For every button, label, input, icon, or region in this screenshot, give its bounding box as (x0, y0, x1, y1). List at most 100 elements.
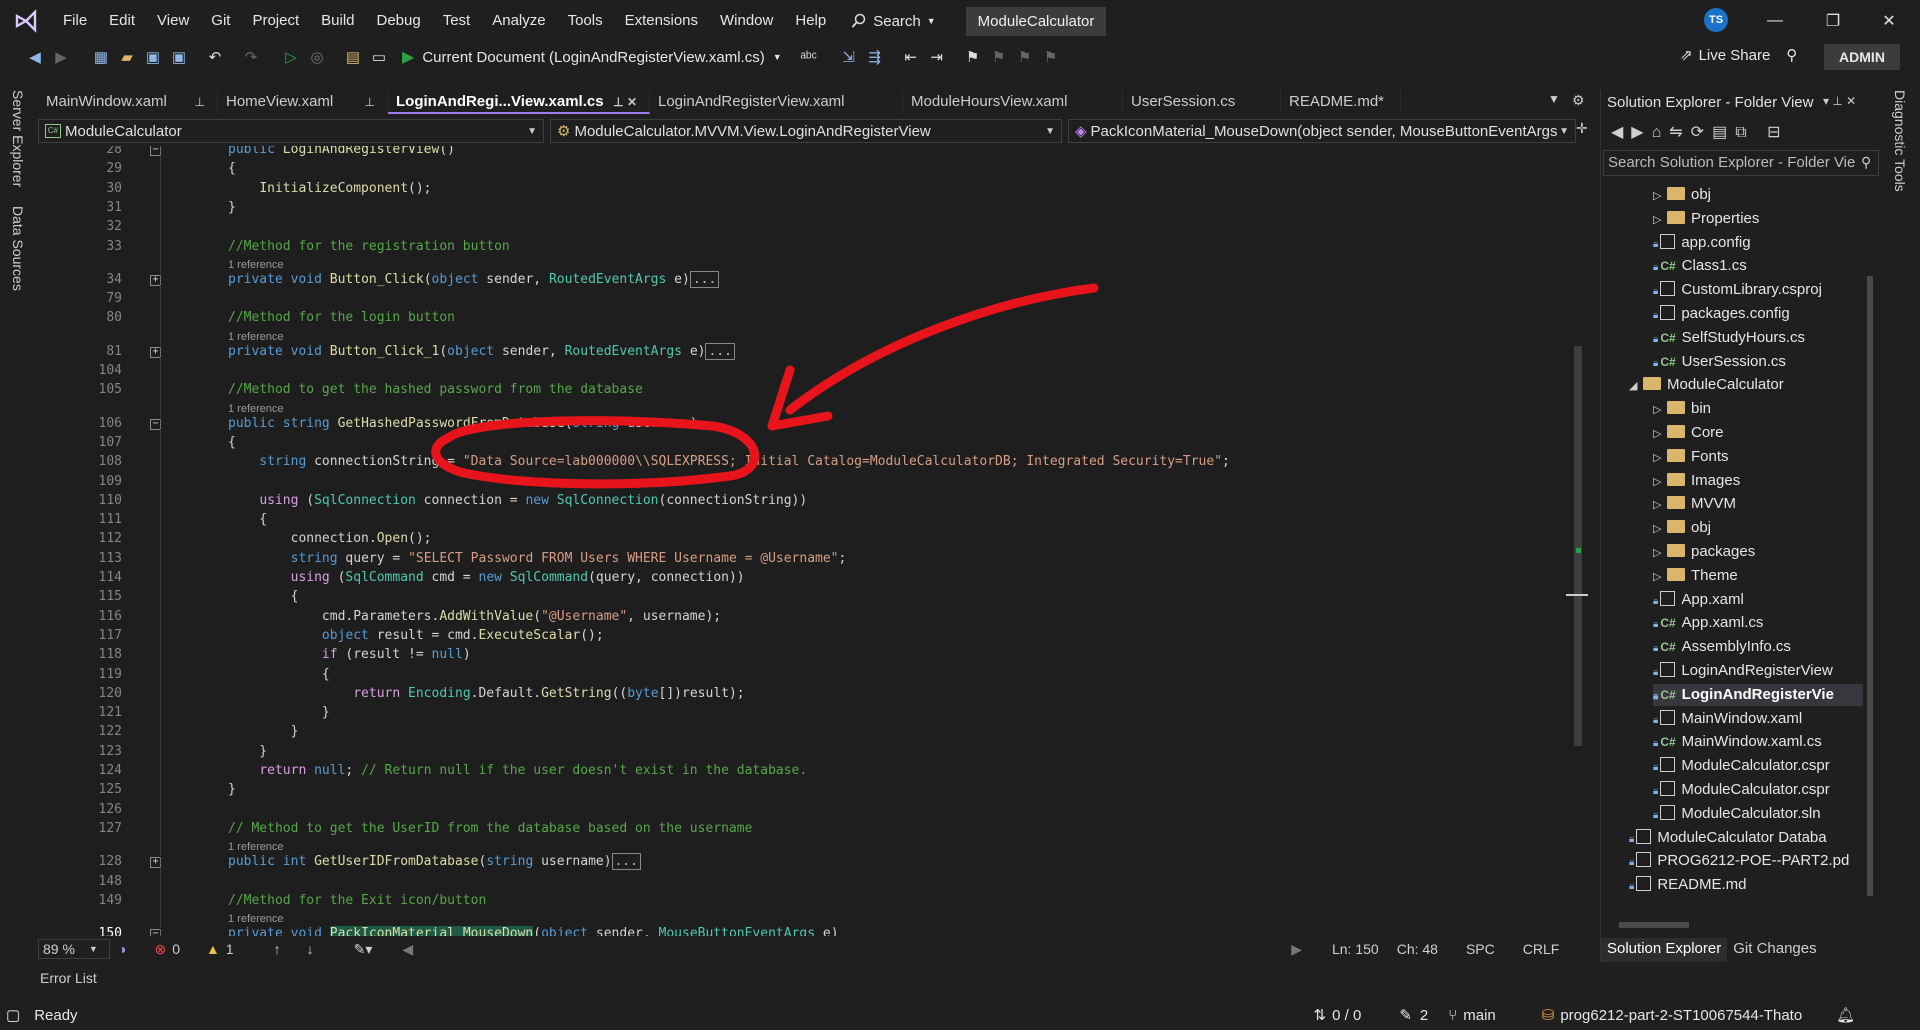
horizontal-scrollbar[interactable] (1605, 918, 1855, 932)
panel-options-icon[interactable]: ▾ ⊥ ✕ (1823, 94, 1856, 108)
tab-usersession-cs[interactable]: UserSession.cs (1123, 90, 1281, 114)
tree-item-app-xaml-cs[interactable]: 🔒︎ C# App.xaml.cs (1653, 612, 1863, 634)
menu-item-analyze[interactable]: Analyze (481, 0, 556, 42)
project-dropdown[interactable]: C# ModuleCalculator ▼ (38, 119, 544, 143)
collapsed-arrow-icon[interactable]: ▷ (1653, 494, 1667, 516)
menu-item-tools[interactable]: Tools (557, 0, 614, 42)
minimize-icon[interactable]: — (1752, 0, 1798, 42)
tree-item-core[interactable]: ▷ Core (1653, 422, 1863, 444)
collapsed-arrow-icon[interactable]: ▷ (1653, 518, 1667, 540)
menu-item-project[interactable]: Project (241, 0, 310, 42)
scroll-left-icon[interactable]: ◀ (402, 941, 413, 958)
code-lens-reference[interactable]: 1 reference (228, 259, 284, 271)
collapsed-arrow-icon[interactable]: ▷ (1653, 423, 1667, 445)
feedback-icon[interactable]: ⚲ (1786, 46, 1797, 64)
open-folder-icon[interactable]: ▰ (114, 44, 140, 70)
tree-item-theme[interactable]: ▷ Theme (1653, 565, 1863, 587)
tree-item-properties[interactable]: ▷ Properties (1653, 208, 1863, 230)
menu-item-build[interactable]: Build (310, 0, 365, 42)
collapsed-arrow-icon[interactable]: ▷ (1653, 471, 1667, 493)
sync-icon[interactable]: ⇅ (1314, 1006, 1327, 1024)
pencil-icon[interactable]: ✎ (1399, 1006, 1412, 1024)
code-lens-reference[interactable]: 1 reference (228, 331, 284, 343)
tab-readme-md-[interactable]: README.md* (1281, 90, 1401, 114)
admin-badge[interactable]: ADMIN (1824, 44, 1900, 70)
tree-item-obj[interactable]: ▷ obj (1653, 184, 1863, 206)
tree-scrollbar-thumb[interactable] (1867, 276, 1873, 896)
tab-loginandregisterview-xaml[interactable]: LoginAndRegisterView.xaml (650, 90, 903, 114)
tab-homeview-xaml[interactable]: HomeView.xaml ⊥ (218, 90, 388, 114)
menu-item-extensions[interactable]: Extensions (614, 0, 709, 42)
code-lens-reference[interactable]: 1 reference (228, 841, 284, 853)
menu-item-git[interactable]: Git (200, 0, 241, 42)
repo-name[interactable]: prog6212-part-2-ST10067544-Thato (1560, 1007, 1802, 1024)
h-scrollbar-thumb[interactable] (1619, 922, 1689, 928)
tree-item-obj[interactable]: ▷ obj (1653, 517, 1863, 539)
warning-count[interactable]: 1 (226, 941, 234, 957)
scrollbar-thumb[interactable] (1574, 346, 1582, 746)
warning-icon[interactable]: ▲ (206, 941, 220, 957)
repo-icon[interactable]: ⛁ (1542, 1006, 1555, 1024)
line-indicator[interactable]: Ln: 150 (1332, 941, 1379, 957)
tree-item-bin[interactable]: ▷ bin (1653, 398, 1863, 420)
error-icon[interactable]: ⊗ (154, 941, 166, 958)
tree-item-modulecalculator-cspr[interactable]: 🔒︎ ModuleCalculator.cspr (1653, 779, 1863, 801)
bookmark-icon[interactable]: ⚑ (960, 44, 986, 70)
pin-icon[interactable]: ⊥ (195, 90, 205, 114)
pin-close-icon[interactable]: ⊥ ✕ (613, 90, 637, 114)
collapsed-arrow-icon[interactable]: ▷ (1653, 399, 1667, 421)
outdent-icon[interactable]: ⇤ (898, 44, 924, 70)
solution-explorer-search[interactable]: Search Solution Explorer - Folder Vie (1603, 150, 1879, 176)
whitespace-indicator[interactable]: SPC (1466, 941, 1495, 957)
diagnostic-tools-tab[interactable]: Diagnostic Tools (1892, 90, 1908, 192)
code-lens-reference[interactable]: 1 reference (228, 403, 284, 415)
up-arrow-icon[interactable]: ↑ (274, 941, 281, 957)
tree-item-loginandregisterview[interactable]: 🔒︎ LoginAndRegisterView (1653, 660, 1863, 682)
save-all-icon[interactable]: ▣ (166, 44, 192, 70)
tree-scrollbar[interactable] (1865, 186, 1875, 916)
down-arrow-icon[interactable]: ↓ (307, 941, 314, 957)
tree-item-modulecalculator-cspr[interactable]: 🔒︎ ModuleCalculator.cspr (1653, 755, 1863, 777)
solution-explorer-toolbar[interactable]: ◀▶⌂⇋⟳▤⧉ ⊟ (1611, 122, 1788, 142)
pending-changes[interactable]: 2 (1420, 1007, 1428, 1024)
vertical-scrollbar[interactable] (1566, 146, 1588, 936)
column-indicator[interactable]: Ch: 48 (1397, 941, 1438, 957)
code-editor[interactable]: 28 29 30 31 32 33 34 79 80 81 104 105 106 107 108 109 11… (38, 146, 1584, 936)
menu-item-debug[interactable]: Debug (366, 0, 432, 42)
member-dropdown[interactable]: ◈ PackIconMaterial_MouseDown(object send… (1068, 119, 1576, 143)
bookmark-prev-icon[interactable]: ⚑ (986, 44, 1012, 70)
zoom-dropdown[interactable]: 89 % ▼ (38, 939, 110, 959)
tree-item-class1-cs[interactable]: 🔒︎ C# Class1.cs (1653, 255, 1863, 277)
line-ending-indicator[interactable]: CRLF (1523, 941, 1560, 957)
indent-icon[interactable]: ⇥ (924, 44, 950, 70)
collapsed-arrow-icon[interactable]: ▷ (1653, 185, 1667, 207)
browse-icon[interactable]: ▤ (340, 44, 366, 70)
redo-icon[interactable]: ↷ (238, 44, 264, 70)
tree-item-mainwindow-xaml-cs[interactable]: 🔒︎ C# MainWindow.xaml.cs (1653, 731, 1863, 753)
tab-loginandregi-view-xaml-cs[interactable]: LoginAndRegi...View.xaml.cs ⊥ ✕ (388, 90, 650, 114)
tree-item-prog6212-poe-part2-pd[interactable]: 🔒︎ PROG6212-POE--PART2.pd (1629, 850, 1863, 872)
tab-list-dropdown-icon[interactable]: ▼ (1548, 92, 1560, 106)
run-current-document-button[interactable]: ▶ Current Document (LoginAndRegisterView… (402, 47, 782, 67)
tab-modulehoursview-xaml[interactable]: ModuleHoursView.xaml (903, 90, 1123, 114)
menu-item-view[interactable]: View (146, 0, 200, 42)
split-editor-icon[interactable]: ✛ (1576, 120, 1588, 137)
tree-item-packages-config[interactable]: 🔒︎ packages.config (1653, 303, 1863, 325)
save-icon[interactable]: ▣ (140, 44, 166, 70)
format-icon[interactable]: ⇶ (862, 44, 888, 70)
tree-item-loginandregistervie[interactable]: 🔒︎ C# LoginAndRegisterVie (1653, 683, 1863, 706)
avatar[interactable]: TS (1704, 8, 1728, 32)
class-dropdown[interactable]: ⚙ ModuleCalculator.MVVM.View.LoginAndReg… (550, 119, 1062, 143)
tree-item-mainwindow-xaml[interactable]: 🔒︎ MainWindow.xaml (1653, 708, 1863, 730)
tree-item-modulecalculator-databa[interactable]: 🔒︎ ModuleCalculator Databa (1629, 827, 1863, 849)
menu-item-test[interactable]: Test (432, 0, 482, 42)
scroll-right-icon[interactable]: ▶ (1291, 941, 1302, 958)
close-icon[interactable]: ✕ (1866, 0, 1912, 42)
branch-icon[interactable]: ⑂ (1448, 1007, 1457, 1024)
search-button[interactable]: Search ▼ (851, 13, 936, 30)
collapsed-arrow-icon[interactable]: ▷ (1653, 566, 1667, 588)
collapsed-arrow-icon[interactable]: ▷ (1653, 209, 1667, 231)
tree-item-modulecalculator-sln[interactable]: 🔒︎ ModuleCalculator.sln (1653, 803, 1863, 825)
tab-mainwindow-xaml[interactable]: MainWindow.xaml ⊥ (38, 90, 218, 114)
menu-item-help[interactable]: Help (784, 0, 837, 42)
